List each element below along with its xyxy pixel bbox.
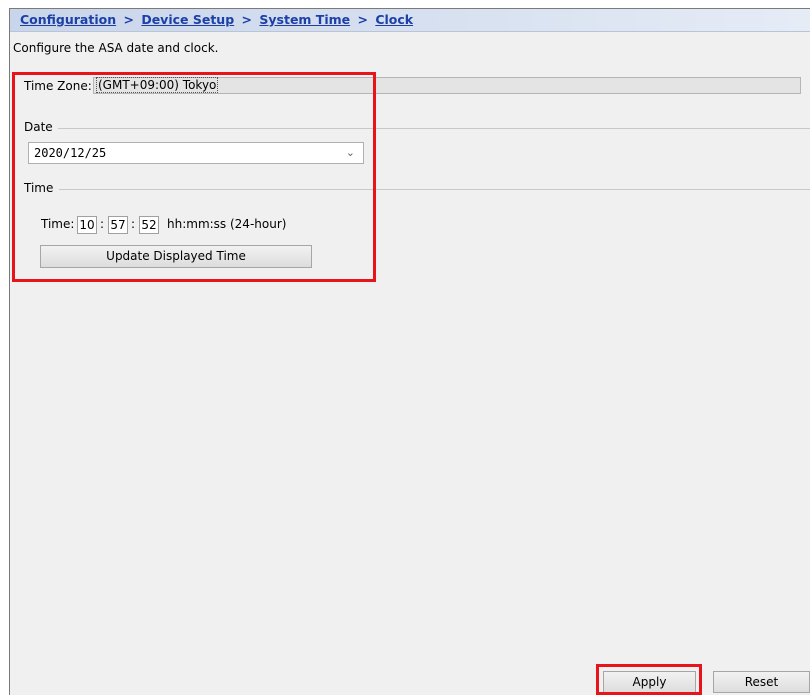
breadcrumb-bar: Configuration > Device Setup > System Ti… (10, 9, 810, 32)
breadcrumb-clock[interactable]: Clock (375, 12, 413, 27)
page-description: Configure the ASA date and clock. (13, 41, 219, 55)
breadcrumb-device-setup[interactable]: Device Setup (141, 12, 234, 27)
highlight-box-apply (596, 664, 702, 695)
reset-button[interactable]: Reset (713, 671, 810, 693)
highlight-box-settings (12, 72, 376, 282)
breadcrumb-separator: > (357, 12, 368, 27)
breadcrumb-system-time[interactable]: System Time (259, 12, 350, 27)
breadcrumb-separator: > (241, 12, 253, 27)
breadcrumb: Configuration > Device Setup > System Ti… (20, 12, 413, 27)
breadcrumb-configuration[interactable]: Configuration (20, 12, 116, 27)
breadcrumb-separator: > (123, 12, 134, 27)
